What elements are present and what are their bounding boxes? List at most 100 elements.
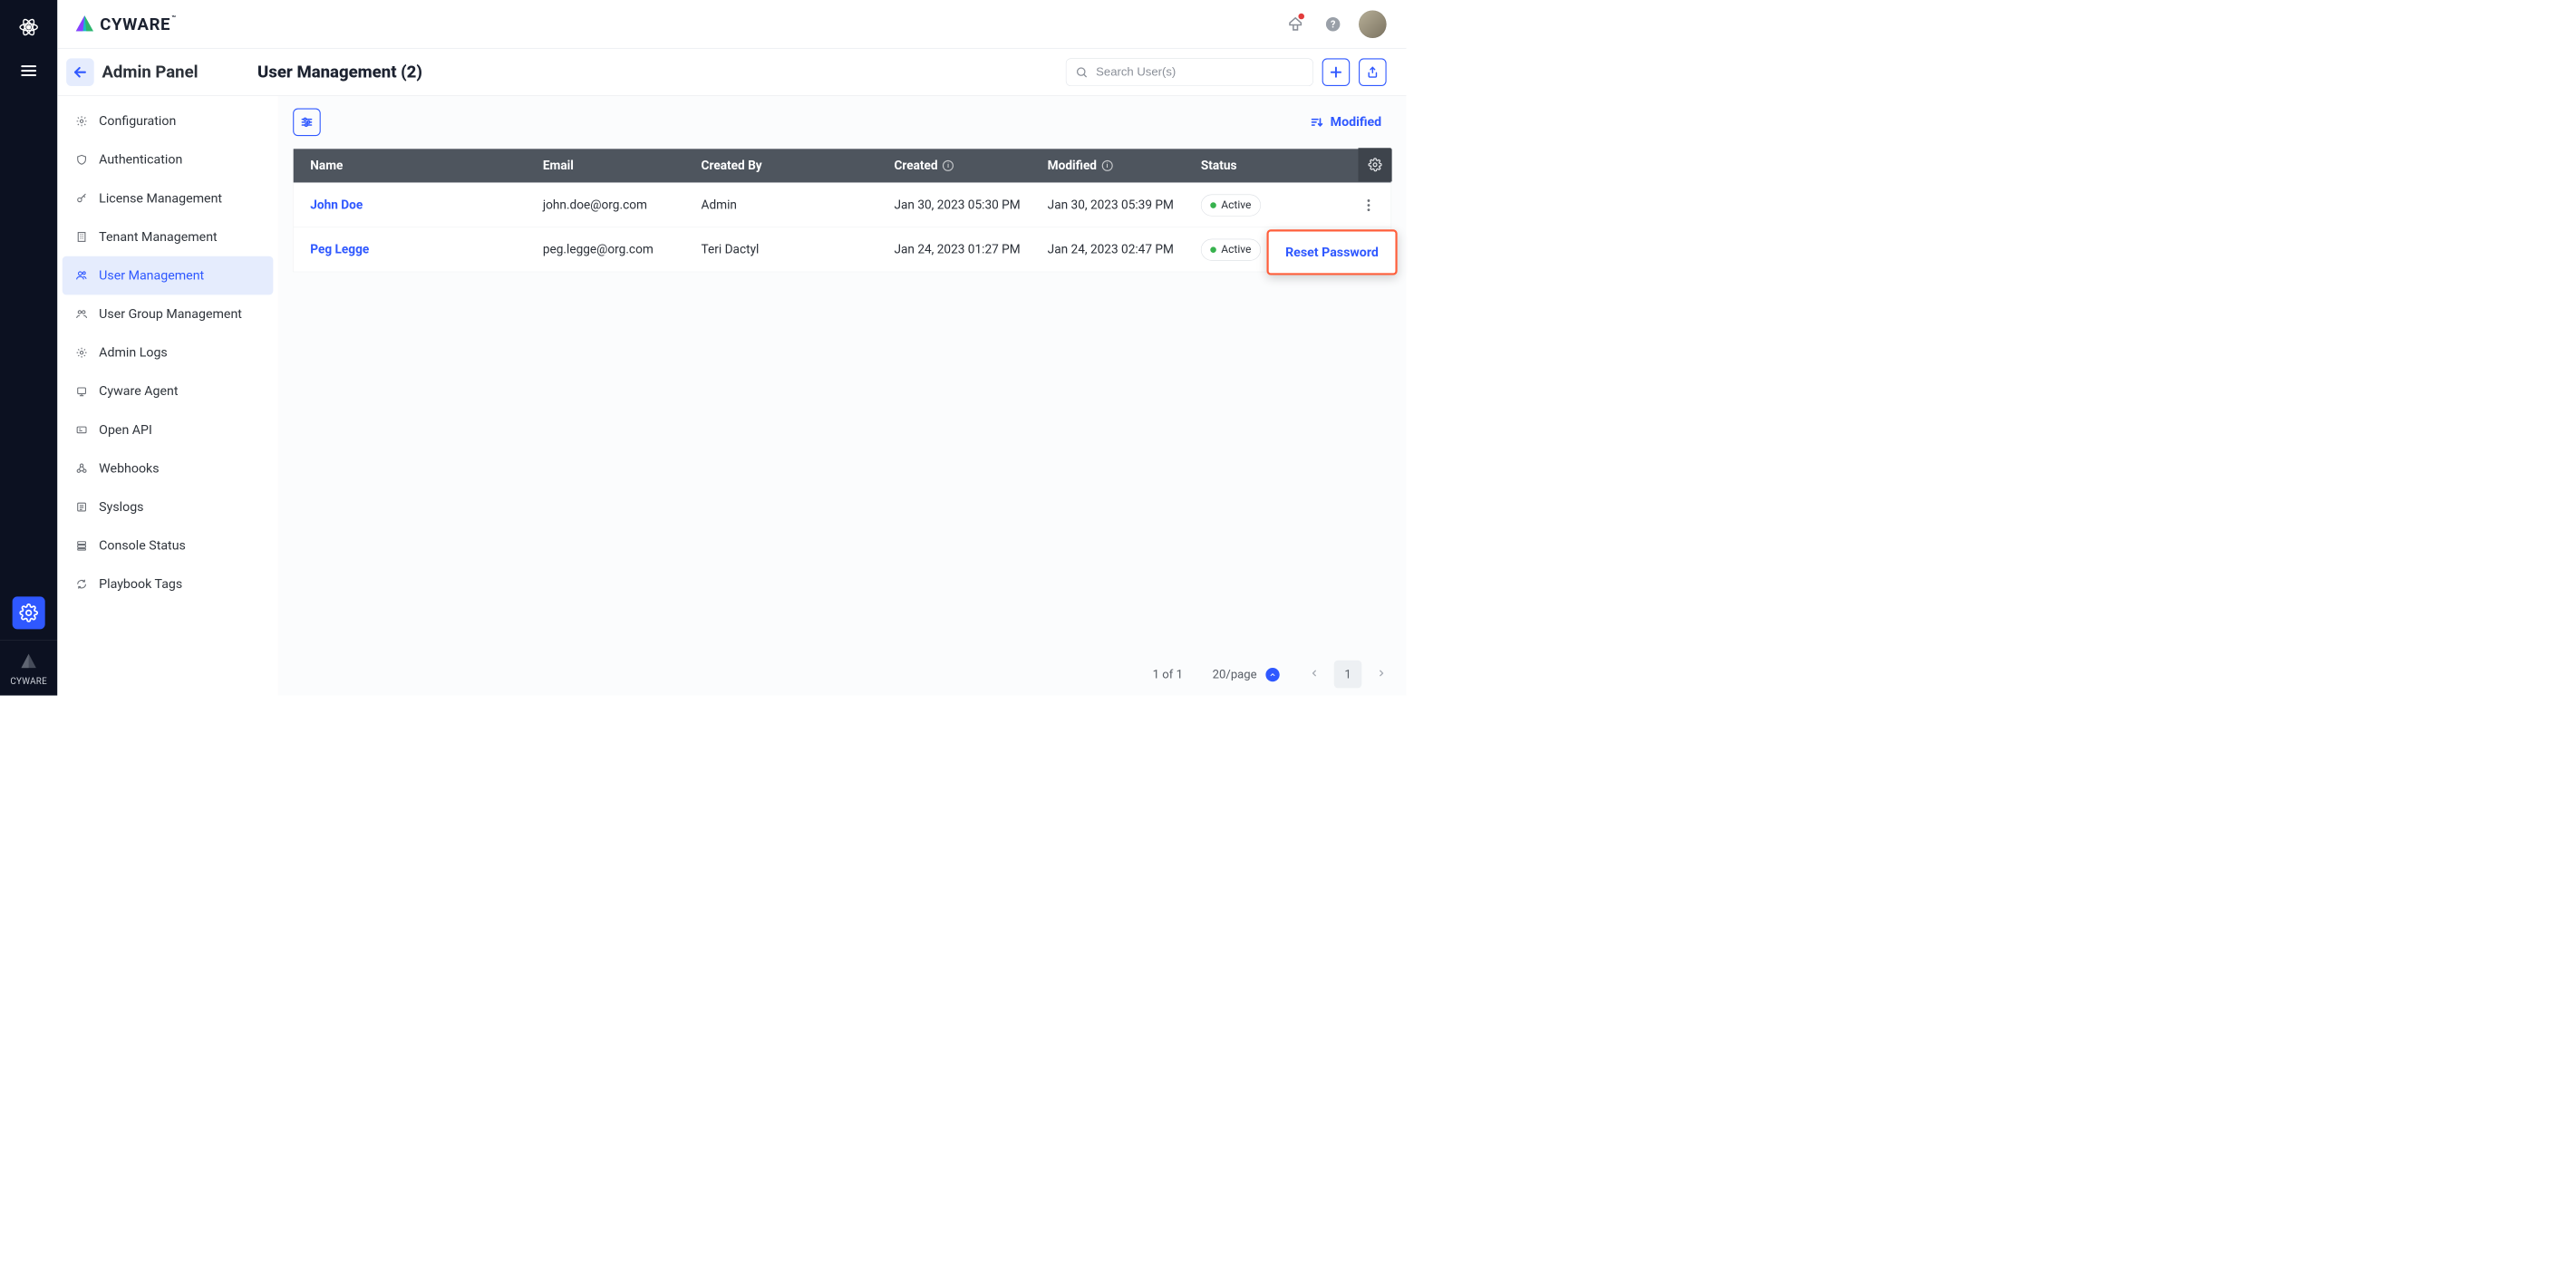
plus-icon xyxy=(1329,65,1342,79)
search-input[interactable] xyxy=(1095,64,1303,79)
status-dot-icon xyxy=(1210,202,1216,208)
table-row: Peg Legge peg.legge@org.com Teri Dactyl … xyxy=(294,227,1391,272)
user-name-link[interactable]: Peg Legge xyxy=(310,242,543,256)
per-page-selector[interactable]: 20/page xyxy=(1213,667,1280,681)
status-badge: Active xyxy=(1201,194,1261,216)
search-box[interactable] xyxy=(1066,58,1313,86)
sidenav-item-label: Console Status xyxy=(99,538,186,553)
building-icon xyxy=(76,231,88,243)
th-modified[interactable]: Modifiedi xyxy=(1048,159,1201,173)
cyware-logo-icon xyxy=(74,14,95,34)
th-created-by[interactable]: Created By xyxy=(702,159,895,173)
sidenav-item-license-management[interactable]: License Management xyxy=(63,179,274,218)
status-dot-icon xyxy=(1210,246,1216,253)
sort-button[interactable]: Modified xyxy=(1300,109,1391,137)
gear-icon xyxy=(1368,158,1381,171)
cyware-mark-icon xyxy=(19,651,39,671)
menu-item-reset-password[interactable]: Reset Password xyxy=(1269,234,1396,271)
row-actions-button[interactable] xyxy=(1346,198,1390,212)
user-group-icon xyxy=(76,308,88,320)
sidenav-item-label: Playbook Tags xyxy=(99,577,182,592)
shield-icon xyxy=(76,154,88,166)
table-header: Name Email Created By Createdi Modifiedi… xyxy=(294,149,1391,182)
th-created[interactable]: Createdi xyxy=(894,159,1047,173)
th-name[interactable]: Name xyxy=(310,159,543,173)
rail-app-icon[interactable] xyxy=(13,11,45,43)
rail-brand-icon xyxy=(17,650,41,673)
filter-button[interactable] xyxy=(293,109,321,137)
cell-created-by: Teri Dactyl xyxy=(702,242,895,256)
sidenav-item-authentication[interactable]: Authentication xyxy=(63,140,274,179)
agent-icon xyxy=(76,385,88,397)
sidenav-item-admin-logs[interactable]: Admin Logs xyxy=(63,333,274,372)
sidenav-item-playbook-tags[interactable]: Playbook Tags xyxy=(63,565,274,603)
back-button[interactable] xyxy=(66,58,94,86)
status-badge: Active xyxy=(1201,238,1261,260)
sidenav-item-cyware-agent[interactable]: Cyware Agent xyxy=(63,372,274,411)
sidenav-item-label: Cyware Agent xyxy=(99,384,178,399)
sidenav-item-open-api[interactable]: Open API xyxy=(63,410,274,449)
th-email[interactable]: Email xyxy=(543,159,702,173)
search-icon xyxy=(1075,65,1088,78)
toolbar: Modified xyxy=(278,96,1407,149)
sidenav-item-syslogs[interactable]: Syslogs xyxy=(63,487,274,526)
help-button[interactable]: ? xyxy=(1322,12,1345,35)
notifications-button[interactable] xyxy=(1283,12,1307,35)
add-user-button[interactable] xyxy=(1322,58,1351,86)
sort-label: Modified xyxy=(1331,115,1382,130)
info-icon[interactable]: i xyxy=(1101,160,1112,171)
help-icon: ? xyxy=(1324,15,1341,33)
rail-settings-button[interactable] xyxy=(13,596,45,629)
sidenav-item-label: User Management xyxy=(99,268,204,283)
rail-menu-button[interactable] xyxy=(13,54,45,87)
crumbbar: Admin Panel User Management (2) xyxy=(57,48,1406,95)
current-page[interactable]: 1 xyxy=(1334,661,1362,689)
next-page-button[interactable] xyxy=(1377,667,1387,680)
sort-icon xyxy=(1310,115,1323,129)
svg-text:?: ? xyxy=(1331,18,1335,30)
cell-status: Active xyxy=(1201,194,1346,216)
status-text: Active xyxy=(1221,244,1251,256)
sidenav-item-label: Tenant Management xyxy=(99,229,217,244)
sidenav-item-webhooks[interactable]: Webhooks xyxy=(63,449,274,488)
export-icon xyxy=(1366,65,1379,78)
prev-page-button[interactable] xyxy=(1309,667,1319,680)
user-avatar[interactable] xyxy=(1359,10,1387,38)
sidenav-item-configuration[interactable]: Configuration xyxy=(63,101,274,140)
refresh-icon xyxy=(76,578,88,590)
brandbar: CYWARE™ ? xyxy=(57,0,1406,48)
page-of-label: 1 of 1 xyxy=(1153,667,1183,680)
notification-dot xyxy=(1298,13,1304,19)
pagination-footer: 1 of 1 20/page 1 xyxy=(278,653,1407,696)
info-icon[interactable]: i xyxy=(943,160,954,171)
kebab-icon xyxy=(1367,198,1370,212)
sidenav-item-label: Configuration xyxy=(99,114,176,129)
cell-email: peg.legge@org.com xyxy=(543,242,702,256)
cell-created-by: Admin xyxy=(702,198,895,212)
arrow-left-icon xyxy=(73,64,87,79)
th-status[interactable]: Status xyxy=(1201,159,1346,173)
hamburger-icon xyxy=(20,62,38,80)
left-rail: CYWARE xyxy=(0,0,57,696)
user-name-link[interactable]: John Doe xyxy=(310,198,543,212)
table-settings-button[interactable] xyxy=(1358,148,1391,181)
sidenav-item-user-group-management[interactable]: User Group Management xyxy=(63,294,274,333)
table-row: John Doe john.doe@org.com Admin Jan 30, … xyxy=(294,182,1391,227)
sidenav-item-user-management[interactable]: User Management xyxy=(63,256,274,295)
export-button[interactable] xyxy=(1359,58,1387,86)
gear-icon xyxy=(19,603,38,623)
per-page-label: 20/page xyxy=(1213,667,1257,680)
atom-icon xyxy=(18,17,39,38)
sidenav-item-tenant-management[interactable]: Tenant Management xyxy=(63,217,274,256)
logs-icon xyxy=(76,501,88,513)
sidenav-item-label: License Management xyxy=(99,191,222,206)
config-icon xyxy=(76,115,88,127)
sidenav-item-console-status[interactable]: Console Status xyxy=(63,526,274,565)
users-table: Name Email Created By Createdi Modifiedi… xyxy=(293,149,1391,272)
cell-modified: Jan 24, 2023 02:47 PM xyxy=(1048,242,1201,256)
brand-logo[interactable]: CYWARE™ xyxy=(74,14,177,34)
sidenav-item-label: Open API xyxy=(99,422,152,437)
sliders-icon xyxy=(300,115,314,129)
gear-small-icon xyxy=(76,347,88,359)
sidenav-item-label: Admin Logs xyxy=(99,345,168,360)
